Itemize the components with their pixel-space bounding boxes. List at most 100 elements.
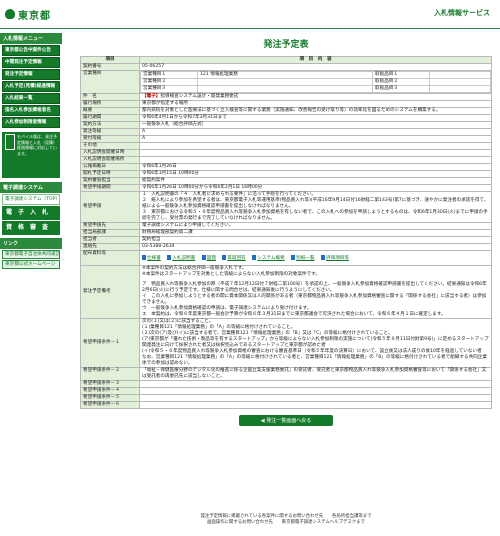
doc-link-system-overview[interactable]: システム概要	[252, 254, 285, 262]
row-value	[139, 142, 492, 150]
sidebar-links-heading: リンク	[0, 238, 62, 249]
apply-note: ２ 紙入札により参加を希望する者は、東京都電子入札等運用基準(物品買入れ等)(平…	[142, 198, 489, 209]
sidebar-item-procurement-top[interactable]: 電子調達システム（TOP）	[2, 194, 60, 205]
table-header-row: 項目 項 目 内 容	[80, 56, 492, 64]
row-label: 希望申請条件－４	[80, 387, 140, 395]
doc-link-attachments[interactable]: 別紙一覧	[291, 254, 315, 262]
rank-label: 取扱品目１	[372, 71, 430, 79]
doc-link-spec[interactable]: 仕様書	[142, 254, 161, 262]
table-row: 希望申請条件－６	[80, 401, 492, 409]
e-bid-tag: 【電子】	[142, 94, 161, 99]
table-row: 契約審査担当 総契約案件	[80, 177, 492, 185]
conditions-cell: 次の(１)又は(２)に該当すること。 (１)業種目121「情報処理業務」の「A」…	[139, 318, 492, 368]
page-header: 東京都 入札情報サービス	[0, 0, 500, 29]
document-icon	[201, 254, 206, 260]
row-value: A	[139, 128, 492, 136]
doc-label: 評価項目等	[326, 255, 349, 261]
row-value: 03-5388-2634	[139, 243, 492, 251]
sidebar-item-bid-results[interactable]: 入札結果一覧	[2, 93, 60, 104]
row-label: 発注予定備考	[80, 265, 140, 319]
row-value: 東京都が指定する場所	[139, 100, 492, 108]
business-label: 営業種目３	[140, 85, 198, 93]
mobile-notice-text: モバイル版は、発注予定情報と入札（見積）経過情報に対応しています。	[17, 134, 57, 156]
table-row: 希望申請条件－３	[80, 380, 492, 388]
sidebar-item-interim-order-plan[interactable]: 中間発注予定情報	[2, 57, 60, 68]
sidebar-item-public-notice[interactable]: 東京都公告中案件公告	[2, 45, 60, 56]
doc-label: 仕様書	[147, 255, 161, 261]
remark-line: イ この入札に参加しようとする者の間に資本関係又は人的関係がある者（東京都物品買…	[142, 294, 487, 305]
row-label: 契約方法	[80, 121, 140, 129]
header-content: 項 目 内 容	[139, 56, 492, 64]
doc-link-bid-guide[interactable]: 入札説明書	[167, 254, 195, 262]
row-value: 契約担当	[139, 236, 492, 244]
row-value: 財務局経理部契約第二課	[139, 229, 492, 237]
rank-value	[429, 85, 491, 93]
doc-label: 別紙一覧	[296, 255, 315, 261]
business-value	[197, 85, 373, 93]
row-value: 令和6年1月26日	[139, 163, 492, 171]
row-label: 連絡先	[80, 243, 140, 251]
sidebar-menu-heading: 入札情報メニュー	[0, 33, 62, 44]
table-row: 履行場所 東京都が指定する場所	[80, 100, 492, 108]
row-label: 契約審査担当	[80, 177, 140, 185]
table-row: 希望申請期間 令和6年1月26日 10時00分から令和6年2月1日 16時00分	[80, 184, 492, 192]
table-row: 希望申請 １ 入札説明書の「４ 入札者に求められる要件」に沿って手続を行ってくだ…	[80, 191, 492, 223]
mobile-phone-icon	[5, 134, 15, 150]
row-label: 履行期間	[80, 114, 140, 122]
mobile-notice[interactable]: モバイル版は、発注予定情報と入札（見積）経過情報に対応しています。	[2, 132, 60, 178]
row-label: 営業種目	[80, 70, 140, 94]
doc-link-qa[interactable]: 質疑回答	[222, 254, 246, 262]
business-value	[197, 78, 373, 86]
sidebar-item-order-plan[interactable]: 発注予定情報	[2, 69, 60, 80]
doc-label: 質疑回答	[227, 255, 246, 261]
row-value: 05-06257	[139, 63, 492, 71]
document-icon	[252, 254, 257, 260]
back-to-list-button[interactable]: ◀ 発注一覧画面へ戻る	[239, 415, 333, 426]
doc-link-drawing[interactable]: 図面	[201, 254, 216, 262]
row-value: A	[139, 135, 492, 143]
qualification-review-button[interactable]: 資 格 審 査	[2, 221, 60, 235]
order-plan-table: 項目 項 目 内 容 契約番号 05-06257 営業種目 営業種目１ 121 …	[80, 56, 492, 409]
document-icon	[321, 254, 326, 260]
row-value	[139, 401, 492, 409]
table-row: 希望申請先 電子調達システムにより申請してください。	[80, 222, 492, 230]
sidebar-item-restricted-bidders[interactable]: 入札参加制限者情報	[2, 117, 60, 128]
row-value: 「福祉・保健医療分野のデジタル化の推進に係る企画立案支援業務委託」の受託者、受託…	[139, 367, 492, 381]
table-row: 担当者 契約担当	[80, 236, 492, 244]
row-label: 公報掲載日	[80, 163, 140, 171]
doc-link-evaluation[interactable]: 評価項目等	[321, 254, 349, 262]
tokyo-logo[interactable]: 東京都	[5, 8, 51, 22]
row-value: 電子調達システムにより申請してください。	[139, 222, 492, 230]
row-value	[139, 380, 492, 388]
row-label: 希望申請	[80, 191, 140, 223]
rank-value	[429, 78, 491, 86]
document-icon	[167, 254, 172, 260]
e-bidding-button[interactable]: 電 子 入 札	[2, 206, 60, 220]
subject-cell: 【電子】指導検査システム設計・開発業務委託	[139, 93, 492, 101]
table-row: 発注等級 A	[80, 128, 492, 136]
link-tokyo-official[interactable]: 東京都公式ホームページ	[2, 260, 60, 269]
row-value: 総契約案件	[139, 177, 492, 185]
row-label: 希望申請条件－５	[80, 394, 140, 402]
sidebar-procurement-heading: 電子調達システム	[0, 182, 62, 193]
row-label: 希望申請条件－３	[80, 380, 140, 388]
row-label: 入札説明会開催場所	[80, 156, 140, 164]
table-row: 受付等級 A	[80, 135, 492, 143]
site-title: 入札情報サービス	[434, 9, 490, 17]
sidebar-item-designated-bidders[interactable]: 指名入札参加資格者名	[2, 105, 60, 116]
row-value: 一般競争入札（総合評価方式）	[139, 121, 492, 129]
document-icon	[291, 254, 296, 260]
sidebar-item-bid-progress[interactable]: 入札予定(見積)経過情報	[2, 81, 60, 92]
footer-line: 画面操作に関するお問い合わせ先 東京都電子調達システムヘルプデスクまで	[207, 520, 365, 525]
tokyo-emblem-icon	[5, 9, 15, 19]
remark-line: エ 本契約は、令和６年度東京都一般会計予算が令和６年３月31日までに東京都議会で…	[142, 312, 446, 317]
remarks-cell: ※本案件の契約方法は総合評価一般競争入札です。 ※本案件はスタートアップを対象と…	[139, 265, 492, 319]
table-row: 希望申請条件－１ 次の(１)又は(２)に該当すること。 (１)業種目121「情報…	[80, 318, 492, 368]
table-row: 連絡先 03-5388-2634	[80, 243, 492, 251]
row-label: 入札説明会開催日時	[80, 149, 140, 157]
row-label: 希望申請条件－１	[80, 318, 140, 368]
table-row: その他	[80, 142, 492, 150]
table-row: 希望申請条件－５	[80, 394, 492, 402]
logo-text: 東京都	[18, 10, 51, 22]
link-e-government[interactable]: 東京都電子自治体共同運営	[2, 250, 60, 259]
